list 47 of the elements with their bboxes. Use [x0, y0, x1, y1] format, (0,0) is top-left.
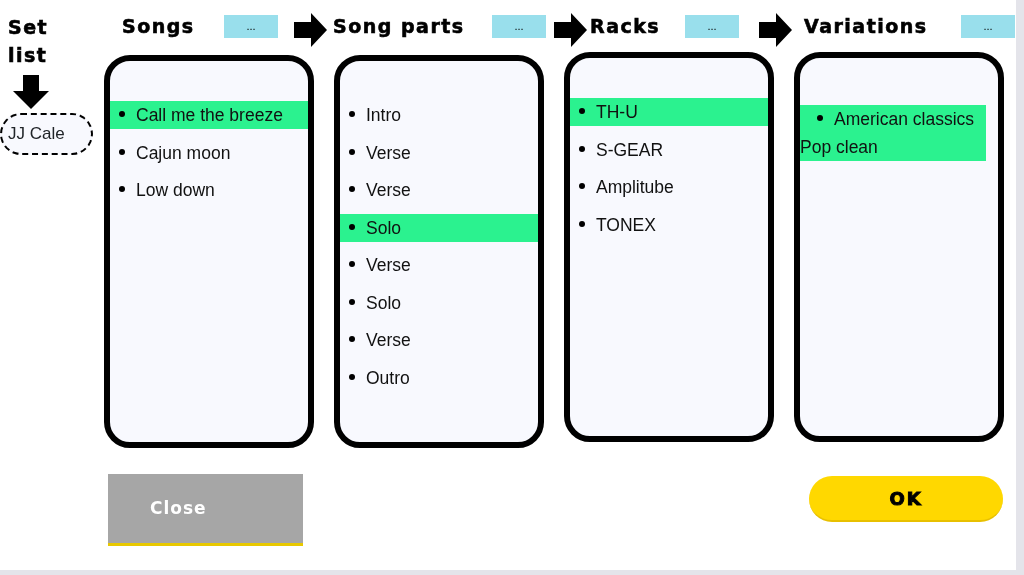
column-title: Variations	[804, 13, 929, 39]
list-item[interactable]: American classics Pop clean	[800, 105, 986, 161]
list-item[interactable]: TH-U	[570, 98, 768, 126]
bullet-icon	[349, 186, 355, 193]
list-item[interactable]: Amplitube	[570, 173, 768, 201]
bullet-icon	[119, 111, 125, 118]
bullet-icon	[817, 115, 823, 122]
list-item[interactable]: Cajun moon	[110, 138, 308, 167]
list-item[interactable]: Verse	[340, 138, 538, 167]
column-title: Song parts	[333, 13, 466, 39]
bullet-icon	[349, 298, 355, 305]
list-item[interactable]: Solo	[340, 288, 538, 317]
bullet-icon	[349, 148, 355, 155]
column-title: Racks	[590, 13, 662, 39]
list-item[interactable]: Verse	[340, 326, 538, 354]
bullet-icon	[349, 373, 355, 380]
bullet-icon	[349, 223, 355, 230]
bullet-icon	[119, 186, 125, 193]
bullet-icon	[349, 261, 355, 268]
list-item[interactable]: Outro	[340, 363, 538, 392]
bullet-icon	[579, 108, 585, 115]
list-item[interactable]: Intro	[340, 101, 538, 129]
bullet-icon	[349, 111, 355, 118]
more-button[interactable]: ...	[492, 14, 546, 38]
bullet-icon	[579, 220, 585, 227]
more-button[interactable]: ...	[224, 14, 278, 38]
bullet-icon	[579, 145, 585, 152]
list-item[interactable]: Verse	[340, 251, 538, 279]
list-item[interactable]: TONEX	[570, 210, 768, 239]
list-item[interactable]: Verse	[340, 176, 538, 204]
artist-chip[interactable]: JJ Cale	[0, 113, 93, 155]
bullet-icon	[119, 148, 125, 155]
list-item[interactable]: Low down	[110, 176, 308, 204]
set-list-title: Set list	[8, 15, 50, 68]
column-title: Songs	[122, 13, 196, 39]
bullet-icon	[579, 183, 585, 190]
right-arrow-icon	[294, 13, 327, 47]
ok-button[interactable]: OK	[809, 476, 1003, 522]
right-arrow-icon	[759, 13, 792, 47]
more-button[interactable]: ...	[961, 14, 1015, 38]
more-button[interactable]: ...	[685, 14, 739, 38]
list-item[interactable]: Call me the breeze	[110, 101, 308, 129]
down-arrow-icon	[13, 75, 49, 109]
list-item[interactable]: S-GEAR	[570, 135, 768, 164]
right-arrow-icon	[554, 13, 587, 47]
list-item[interactable]: Solo	[340, 213, 538, 242]
bullet-icon	[349, 336, 355, 343]
